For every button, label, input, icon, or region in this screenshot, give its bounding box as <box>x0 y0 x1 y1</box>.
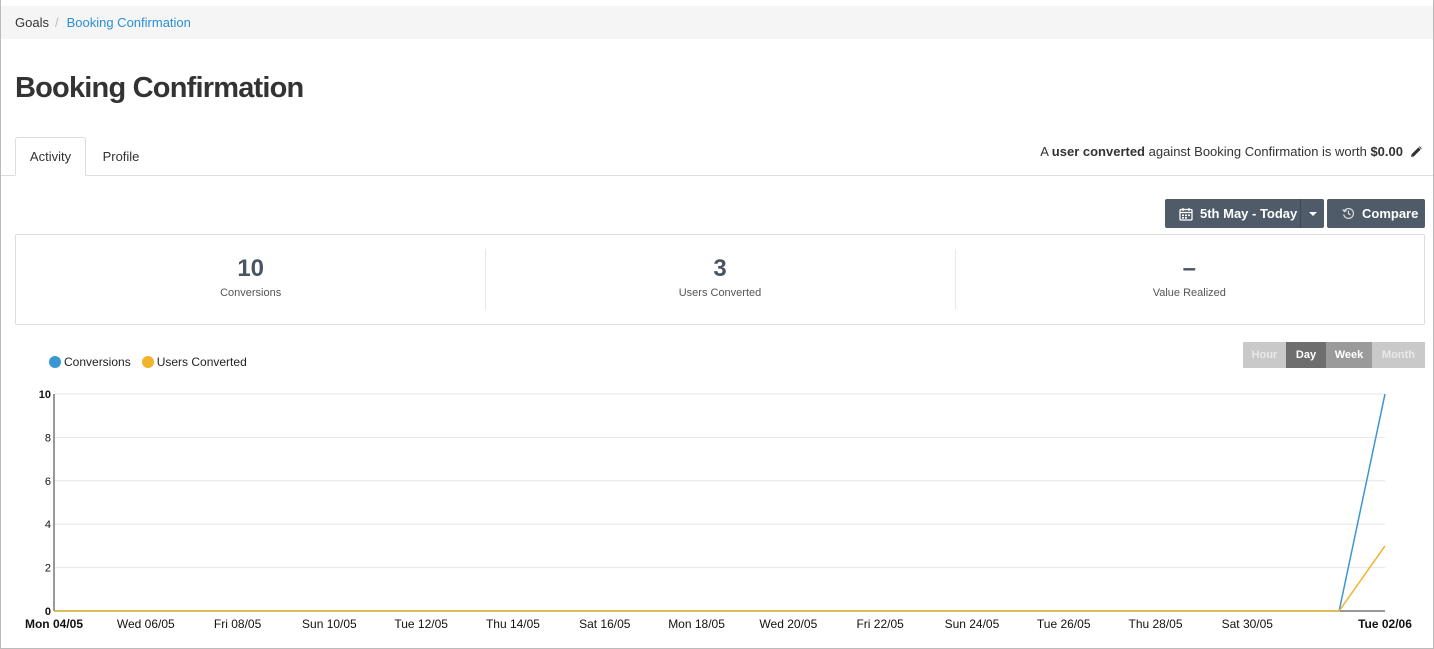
summary-stats-panel: 10 Conversions 3 Users Converted – Value… <box>15 234 1425 325</box>
page-title: Booking Confirmation <box>15 72 304 104</box>
stat-users-converted: 3 Users Converted <box>485 235 954 324</box>
y-tick-label: 4 <box>45 519 51 531</box>
x-tick-label: Fri 08/05 <box>214 617 262 631</box>
tab-activity[interactable]: Activity <box>15 137 86 176</box>
breadcrumb-goals-link[interactable]: Goals <box>15 15 49 30</box>
compare-button[interactable]: Compare <box>1327 199 1425 228</box>
stat-value: 10 <box>237 255 265 282</box>
date-range-label: 5th May - Today <box>1200 206 1298 221</box>
calendar-icon <box>1179 207 1193 221</box>
legend-dot-users-converted <box>141 356 154 368</box>
stat-label: Conversions <box>220 287 282 299</box>
worth-user-converted: user converted <box>1051 144 1145 159</box>
activity-line-chart: 0246810Mon 04/05 Wed 06/05 Fri 08/05 Sun 10… <box>25 389 1412 631</box>
x-tick-label: Mon 04/05 <box>25 617 83 631</box>
x-tick-label: Sat 30/05 <box>1222 617 1274 631</box>
series-line-conversions <box>54 393 1386 612</box>
legend-label: Users Converted <box>156 355 247 369</box>
stat-label: Value Realized <box>1152 287 1226 299</box>
y-tick-label: 8 <box>45 432 51 444</box>
pencil-icon[interactable] <box>1410 145 1422 158</box>
x-tick-label: Fri 22/05 <box>856 617 904 631</box>
stat-label: Users Converted <box>678 287 762 299</box>
tab-bar-divider <box>1 175 1433 176</box>
x-tick-label: Tue 02/06 <box>1358 617 1412 631</box>
x-tick-label: Wed 06/05 <box>117 617 175 631</box>
granularity-week-button[interactable]: Week <box>1326 342 1372 368</box>
history-icon <box>1342 207 1355 219</box>
x-tick-label: Sun 24/05 <box>945 617 1000 631</box>
x-tick-label: Tue 26/05 <box>1037 617 1091 631</box>
chart-legend: Conversions Users Converted <box>49 355 258 369</box>
x-tick-label: Sun 10/05 <box>302 617 357 631</box>
x-tick-label: Sat 16/05 <box>579 617 631 631</box>
granularity-month-button[interactable]: Month <box>1372 342 1425 368</box>
x-tick-label: Tue 12/05 <box>394 617 448 631</box>
granularity-toggle: Hour Day Week Month <box>1243 342 1425 368</box>
x-tick-label: Thu 28/05 <box>1128 617 1182 631</box>
breadcrumb: Goals / Booking Confirmation <box>1 6 1433 39</box>
date-range-button[interactable]: 5th May - Today <box>1165 199 1300 228</box>
worth-value: $0.00 <box>1370 144 1403 159</box>
stat-value: – <box>1182 255 1196 282</box>
breadcrumb-separator: / <box>54 15 59 30</box>
tab-profile[interactable]: Profile <box>86 137 156 176</box>
granularity-hour-button[interactable]: Hour <box>1243 342 1286 368</box>
breadcrumb-current[interactable]: Booking Confirmation <box>67 15 191 30</box>
legend-label: Conversions <box>64 355 131 369</box>
x-tick-label: Mon 18/05 <box>668 617 725 631</box>
x-tick-label: Thu 14/05 <box>486 617 540 631</box>
y-tick-label: 2 <box>45 563 51 575</box>
stat-value-realized: – Value Realized <box>954 235 1424 324</box>
stat-value: 3 <box>713 255 727 282</box>
y-tick-label: 6 <box>45 476 51 488</box>
legend-dot-conversions <box>49 356 61 368</box>
y-tick-label: 10 <box>39 389 51 401</box>
date-range-dropdown-toggle[interactable] <box>1300 199 1324 228</box>
compare-label: Compare <box>1362 206 1419 221</box>
legend-item-conversions[interactable]: Conversions <box>49 355 131 369</box>
worth-middle: against Booking Confirmation is worth <box>1145 144 1371 159</box>
caret-down-icon <box>1308 211 1317 216</box>
worth-prefix: A <box>1040 144 1052 159</box>
granularity-day-button[interactable]: Day <box>1286 342 1326 368</box>
series-line-users-converted <box>54 545 1386 612</box>
x-tick-label: Wed 20/05 <box>759 617 817 631</box>
stat-conversions: 10 Conversions <box>16 235 485 324</box>
goal-worth-statement: A user converted against Booking Confirm… <box>1040 144 1422 159</box>
legend-item-users-converted[interactable]: Users Converted <box>141 355 247 369</box>
